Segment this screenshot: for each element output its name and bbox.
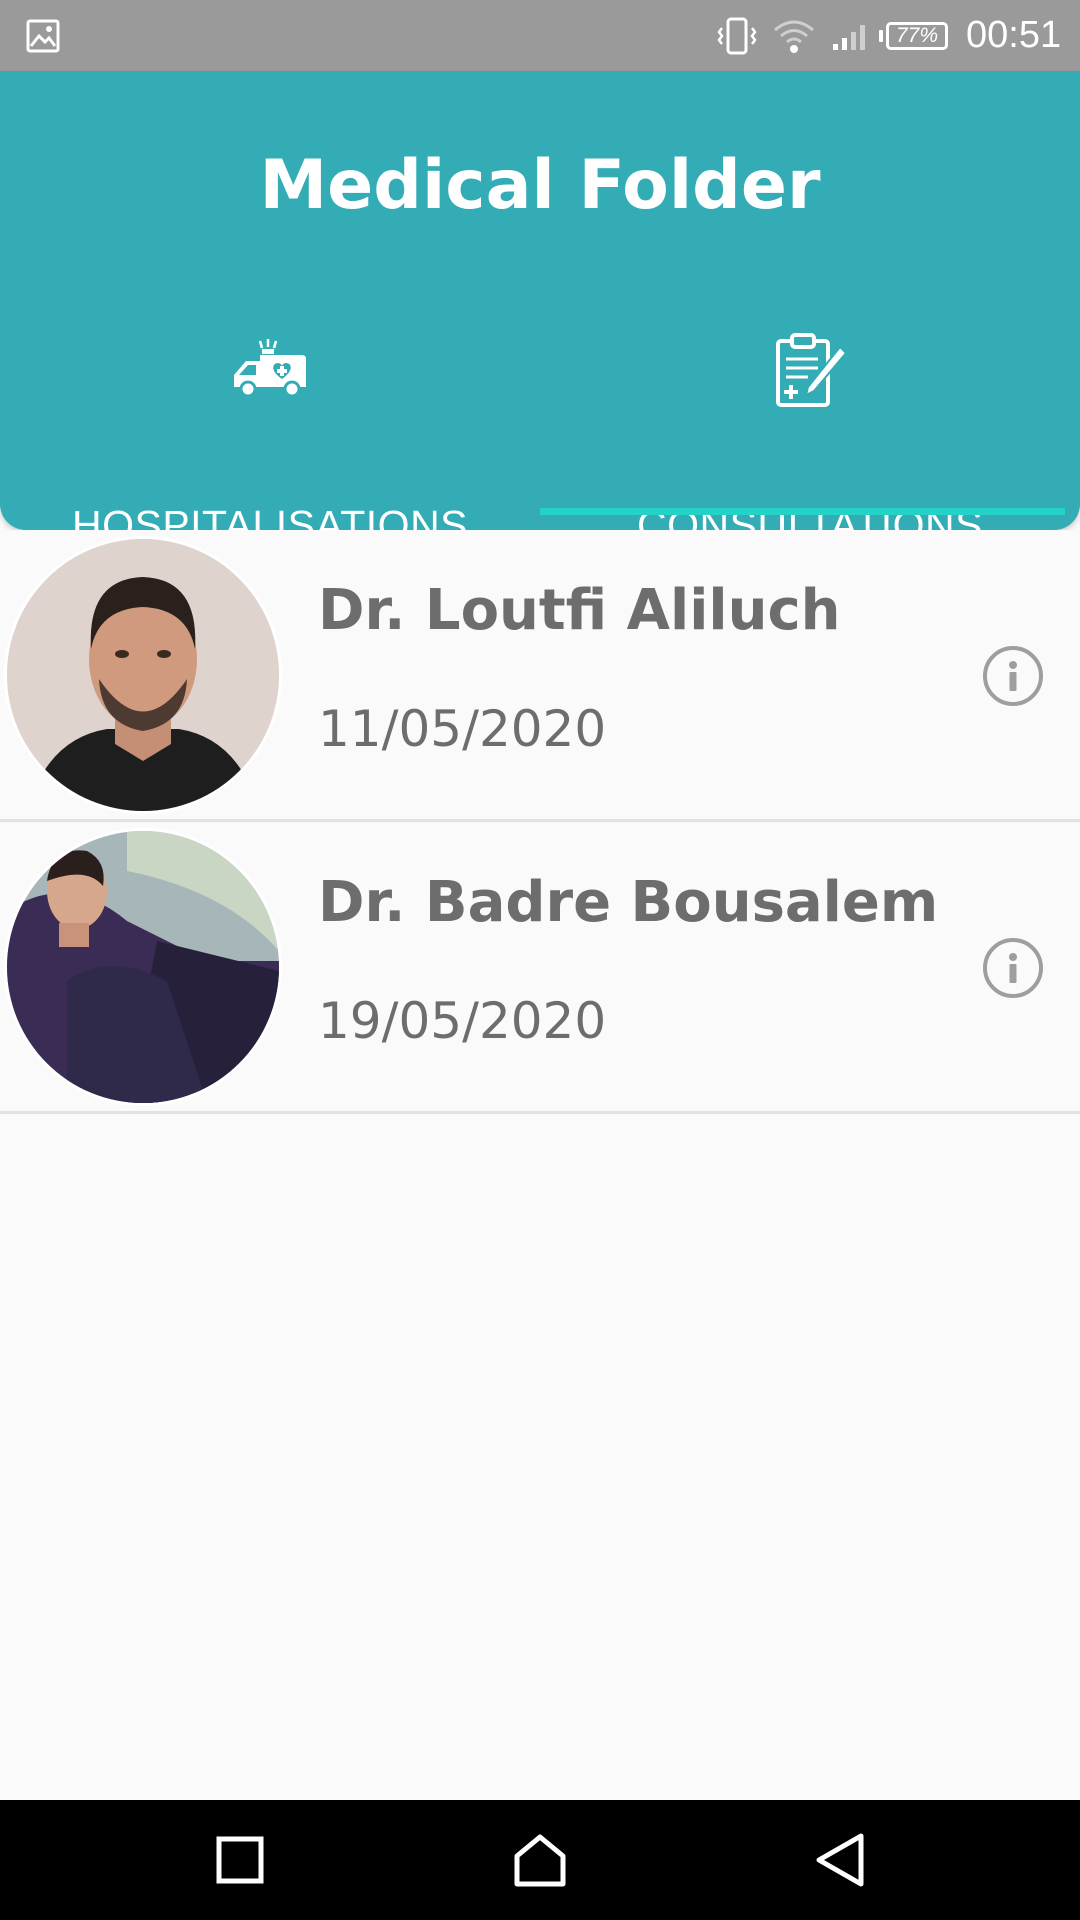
status-bar: 77% 00:51	[0, 0, 1080, 71]
app-header: Medical Folder HOSPITALISATIONS CONSULTA…	[0, 71, 1080, 548]
list-item[interactable]: Dr. Loutfi Aliluch 11/05/2020	[0, 530, 1080, 822]
avatar	[4, 828, 282, 1106]
back-icon[interactable]	[811, 1830, 871, 1890]
navigation-bar	[0, 1800, 1080, 1920]
consultation-date: 19/05/2020	[318, 992, 607, 1050]
avatar	[4, 536, 282, 814]
recents-icon[interactable]	[210, 1830, 270, 1890]
consultation-date: 11/05/2020	[318, 700, 607, 758]
info-icon[interactable]	[983, 938, 1043, 998]
list-item[interactable]: Dr. Badre Bousalem 19/05/2020	[0, 822, 1080, 1114]
info-icon[interactable]	[983, 646, 1043, 706]
tab-consultations[interactable]: CONSULTATIONS	[540, 326, 1080, 548]
image-icon	[26, 0, 60, 71]
signal-icon	[831, 0, 871, 71]
home-icon[interactable]	[510, 1830, 570, 1890]
ambulance-icon	[0, 326, 540, 416]
tab-hospitalisations[interactable]: HOSPITALISATIONS	[0, 326, 540, 548]
wifi-icon	[773, 0, 815, 71]
doctor-name: Dr. Loutfi Aliluch	[318, 578, 841, 643]
doctor-name: Dr. Badre Bousalem	[318, 870, 939, 935]
clipboard-prescription-icon	[540, 326, 1080, 416]
vibrate-icon	[716, 0, 758, 71]
page-title: Medical Folder	[259, 146, 821, 225]
status-time: 00:51	[966, 14, 1062, 56]
consultation-list: Dr. Loutfi Aliluch 11/05/2020 Dr. Badre …	[0, 530, 1080, 1114]
battery-icon: 77%	[879, 0, 948, 71]
battery-level: 77%	[886, 21, 948, 50]
selected-tab-indicator	[540, 508, 1065, 515]
